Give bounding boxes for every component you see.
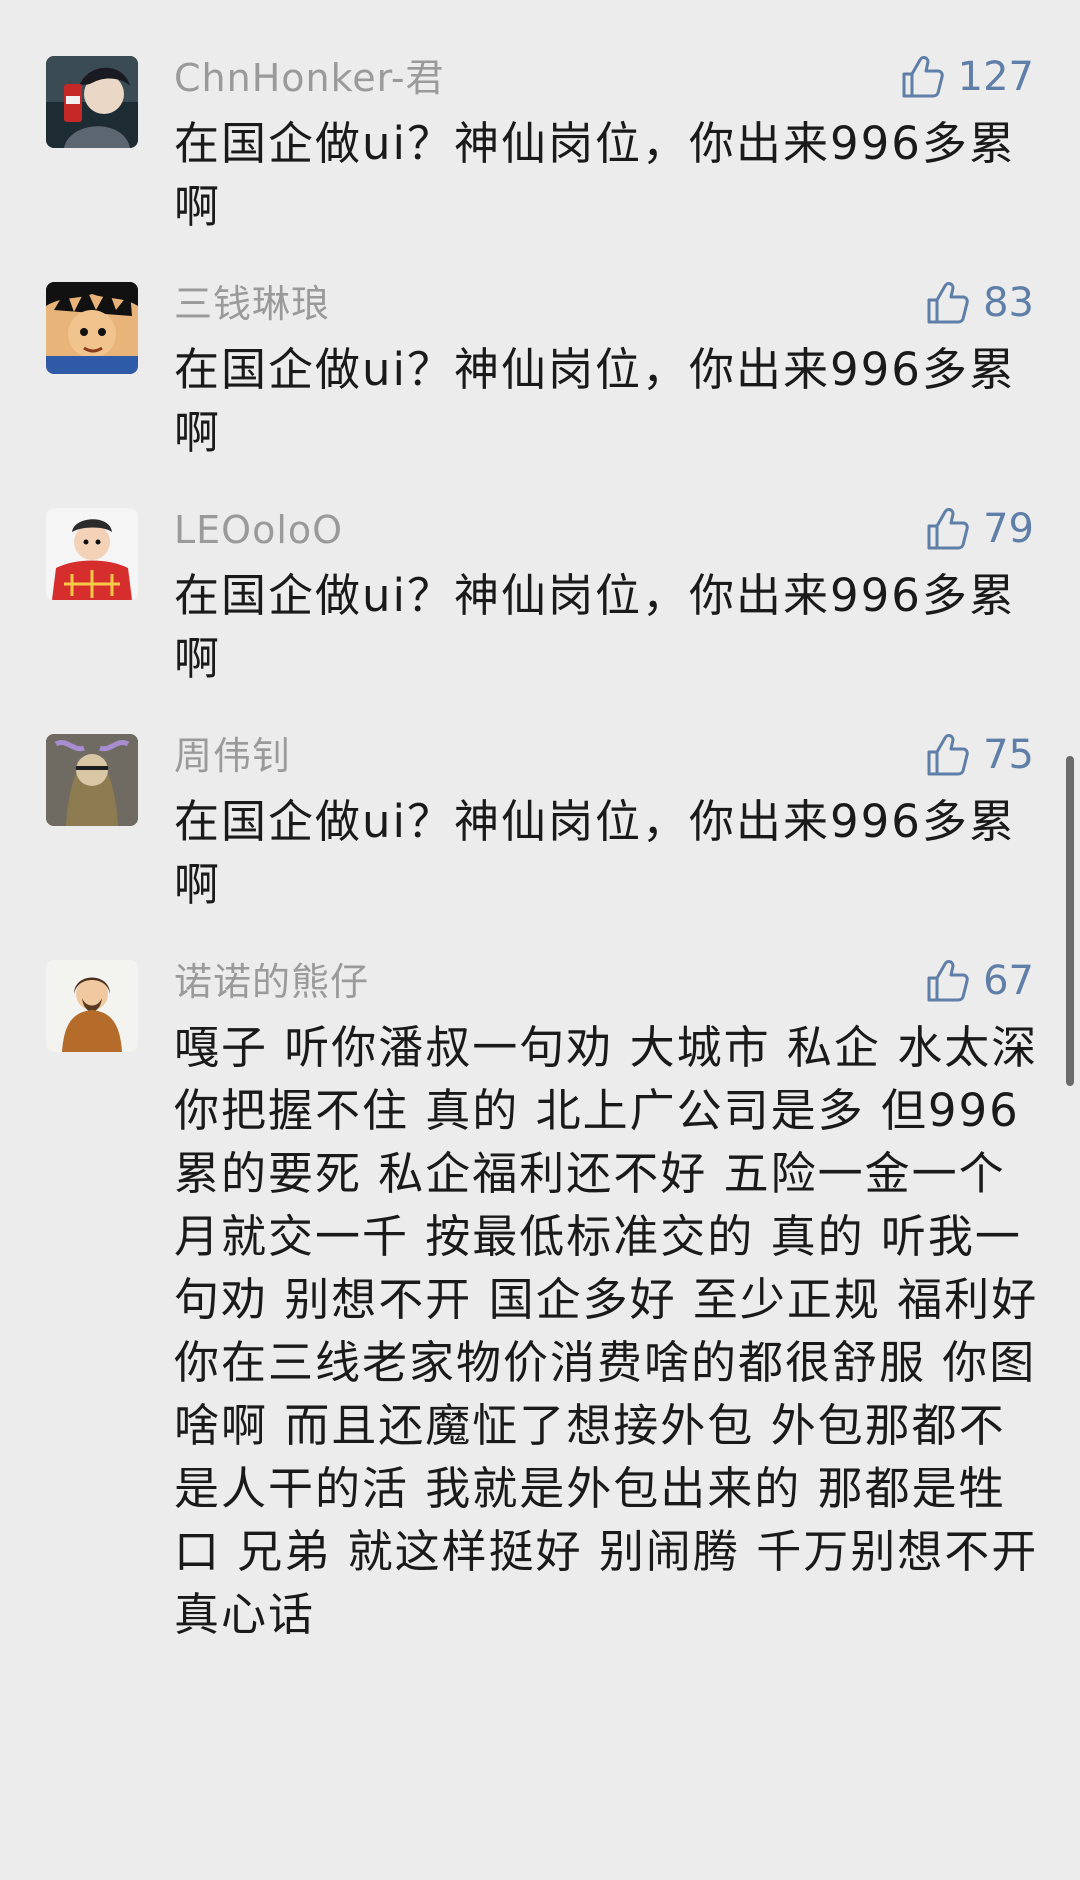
comment-list: ChnHonker-君 127 在国企做ui？神仙岗位，你出来996多累啊 三钱… bbox=[0, 0, 1080, 1880]
comment-text: 在国企做ui？神仙岗位，你出来996多累啊 bbox=[174, 343, 1016, 459]
avatar-anime-cola-icon bbox=[46, 56, 138, 148]
comment-text: 在国企做ui？神仙岗位，你出来996多累啊 bbox=[174, 795, 1016, 911]
thumbs-up-icon bbox=[927, 508, 969, 550]
comment-text: 在国企做ui？神仙岗位，你出来996多累啊 bbox=[174, 569, 1016, 685]
avatar-cartoon-red-fan-icon bbox=[46, 508, 138, 600]
avatar[interactable] bbox=[46, 960, 138, 1052]
like-count: 79 bbox=[983, 506, 1034, 552]
avatar[interactable] bbox=[46, 282, 138, 374]
avatar[interactable] bbox=[46, 508, 138, 600]
like-count: 127 bbox=[957, 54, 1034, 100]
username[interactable]: 三钱琳琅 bbox=[174, 280, 330, 328]
thumbs-up-icon bbox=[902, 56, 944, 98]
thumbs-up-icon bbox=[927, 734, 969, 776]
like-button[interactable]: 67 bbox=[925, 954, 1034, 1008]
avatar-bear-portrait-icon bbox=[46, 960, 138, 1052]
like-count: 67 bbox=[983, 958, 1034, 1004]
username[interactable]: LEOoloO bbox=[174, 506, 343, 554]
username[interactable]: 周伟钊 bbox=[174, 732, 291, 780]
username[interactable]: 诺诺的熊仔 bbox=[174, 958, 369, 1006]
avatar-cartoon-boy-icon bbox=[46, 282, 138, 374]
scrollbar[interactable] bbox=[1066, 756, 1074, 1086]
like-button[interactable]: 79 bbox=[925, 502, 1034, 556]
avatar[interactable] bbox=[46, 56, 138, 148]
thumbs-up-icon bbox=[927, 960, 969, 1002]
like-count: 83 bbox=[983, 280, 1034, 326]
like-button[interactable]: 75 bbox=[925, 728, 1034, 782]
like-count: 75 bbox=[983, 732, 1034, 778]
thumbs-up-icon bbox=[927, 282, 969, 324]
avatar-masked-figure-icon bbox=[46, 734, 138, 826]
username[interactable]: ChnHonker-君 bbox=[174, 54, 445, 102]
comment-text: 嘎子 听你潘叔一句劝 大城市 私企 水太深 你把握不住 真的 北上广公司是多 但… bbox=[174, 1021, 1039, 1641]
avatar[interactable] bbox=[46, 734, 138, 826]
like-button[interactable]: 83 bbox=[925, 276, 1034, 330]
comment-text: 在国企做ui？神仙岗位，你出来996多累啊 bbox=[174, 117, 1016, 233]
like-button[interactable]: 127 bbox=[900, 50, 1034, 104]
